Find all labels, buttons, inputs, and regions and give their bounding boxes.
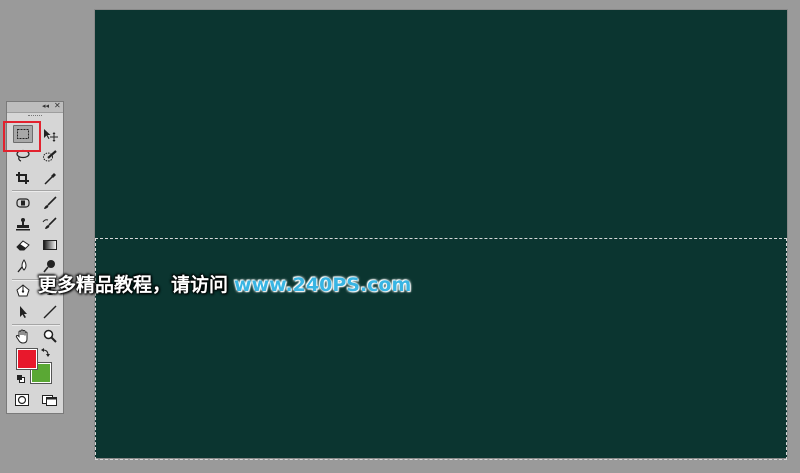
eyedropper-tool[interactable] <box>40 169 60 187</box>
eraser-icon <box>16 240 30 251</box>
swap-colors-button[interactable] <box>40 346 52 358</box>
gradient-tool[interactable] <box>40 236 60 254</box>
panel-grip[interactable] <box>7 113 63 118</box>
swap-icon <box>41 348 50 357</box>
default-colors-button[interactable] <box>15 373 27 385</box>
bandage-icon <box>16 198 30 208</box>
close-icon[interactable]: ✕ <box>54 101 61 111</box>
stamp-icon <box>16 218 30 231</box>
default-colors-icon <box>17 375 25 383</box>
clone-stamp-tool[interactable] <box>13 215 33 233</box>
foreground-color-swatch[interactable] <box>16 348 38 370</box>
history-brush-tool[interactable] <box>40 215 60 233</box>
move-tool[interactable] <box>40 126 60 144</box>
document-canvas[interactable] <box>95 10 787 460</box>
blur-tool[interactable] <box>13 257 33 275</box>
line-icon <box>43 305 57 319</box>
quick-selection-tool[interactable] <box>40 147 60 165</box>
hand-icon <box>15 328 28 344</box>
brush-tool[interactable] <box>40 194 60 212</box>
eraser-tool[interactable] <box>13 236 33 254</box>
screen-mode-icon <box>42 395 57 406</box>
path-selection-tool[interactable] <box>13 303 33 321</box>
watermark-url[interactable]: www.240PS.com <box>234 274 411 296</box>
tools-separator <box>12 324 60 326</box>
quick-selection-icon <box>43 150 57 162</box>
crop-icon <box>16 172 29 184</box>
zoom-tool[interactable] <box>40 327 60 345</box>
quick-mask-icon <box>15 394 29 406</box>
watermark-text: 更多精品教程，请访问 <box>38 274 229 296</box>
marquee-selection <box>95 238 787 460</box>
hand-tool[interactable] <box>13 327 33 345</box>
zoom-icon <box>43 329 57 343</box>
brush-icon <box>44 196 57 209</box>
blur-icon <box>17 259 27 273</box>
crop-tool[interactable] <box>13 169 33 187</box>
tools-panel-header[interactable]: ◂◂ ✕ <box>7 101 63 113</box>
history-brush-icon <box>42 217 57 229</box>
tools-separator <box>12 190 60 192</box>
move-icon <box>44 129 58 142</box>
screen-mode-button[interactable] <box>40 391 60 409</box>
gradient-icon <box>43 240 57 250</box>
pen-icon <box>16 284 30 297</box>
pen-tool[interactable] <box>13 282 33 300</box>
collapse-icon[interactable]: ◂◂ <box>42 101 49 111</box>
active-tool-highlight <box>3 121 41 152</box>
watermark: 更多精品教程，请访问 www.240PS.com <box>38 273 411 297</box>
dodge-icon <box>43 260 55 273</box>
arrow-icon <box>20 306 27 318</box>
spot-healing-tool[interactable] <box>13 194 33 212</box>
line-tool[interactable] <box>40 303 60 321</box>
quick-mask-button[interactable] <box>12 391 32 409</box>
eyedropper-icon <box>44 173 56 185</box>
